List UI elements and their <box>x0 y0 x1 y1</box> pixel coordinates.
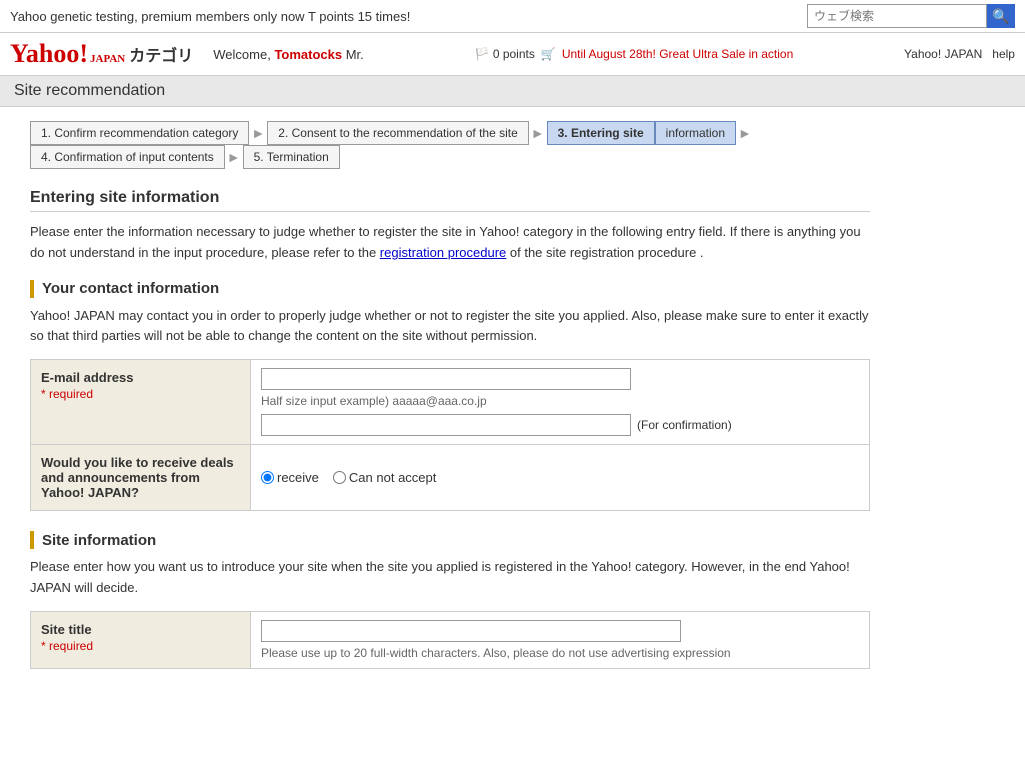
yahoo-japan-link[interactable]: Yahoo! JAPAN <box>904 47 982 61</box>
step3b-box: information <box>655 121 736 145</box>
email-input[interactable] <box>261 368 631 390</box>
deals-field-name: Would you like to receive deals and anno… <box>41 455 240 500</box>
section-title: Entering site information <box>30 189 870 212</box>
cannot-radio[interactable] <box>333 471 346 484</box>
logo-area: Yahoo!JAPAN カテゴリ Welcome, Tomatocks Mr. <box>10 39 364 69</box>
header-links: Yahoo! JAPAN help <box>904 47 1015 61</box>
arrow-3: ► <box>738 125 752 141</box>
email-hint: Half size input example) aaaaa@aaa.co.jp <box>261 394 859 408</box>
arrow-4: ► <box>227 149 241 165</box>
welcome-text: Welcome, Tomatocks Mr. <box>213 47 364 62</box>
header: Yahoo!JAPAN カテゴリ Welcome, Tomatocks Mr. … <box>0 33 1025 76</box>
points-badge: 🏳️ 0 points <box>475 47 535 61</box>
announcement-text: Yahoo genetic testing, premium members o… <box>10 9 410 24</box>
email-confirm-input[interactable] <box>261 414 631 436</box>
site-title-required: * required <box>41 639 240 653</box>
step-5: 5. Termination <box>243 145 340 169</box>
site-title-input-cell: Please use up to 20 full-width character… <box>251 611 870 668</box>
step2-box: 2. Consent to the recommendation of the … <box>267 121 528 145</box>
site-recommendation-header: Site recommendation <box>0 76 1025 107</box>
search-input[interactable] <box>807 4 987 28</box>
yahoo-jp-label: JAPAN <box>90 53 125 65</box>
email-confirm-label: (For confirmation) <box>637 418 732 432</box>
email-required: * required <box>41 387 240 401</box>
steps-breadcrumb: 1. Confirm recommendation category ► 2. … <box>30 121 870 169</box>
step4-box: 4. Confirmation of input contents <box>30 145 225 169</box>
step1-box: 1. Confirm recommendation category <box>30 121 249 145</box>
site-title-input[interactable] <box>261 620 681 642</box>
help-link[interactable]: help <box>992 47 1015 61</box>
site-section-title: Site information <box>30 531 870 549</box>
contact-section-title: Your contact information <box>30 280 870 298</box>
cannot-accept-label[interactable]: Can not accept <box>333 470 436 485</box>
contact-section-desc: Yahoo! JAPAN may contact you in order to… <box>30 306 870 348</box>
site-title-row: Site title * required Please use up to 2… <box>31 611 870 668</box>
search-button[interactable]: 🔍 <box>987 4 1015 28</box>
category-label: カテゴリ <box>129 42 193 66</box>
step3-box: 3. Entering site <box>547 121 655 145</box>
step-3: 3. Entering site <box>547 121 655 145</box>
arrow-2: ► <box>531 125 545 141</box>
deals-row: Would you like to receive deals and anno… <box>31 445 870 511</box>
step-4: 4. Confirmation of input contents ► <box>30 145 243 169</box>
arrow-1: ► <box>251 125 265 141</box>
step5-box: 5. Termination <box>243 145 340 169</box>
registration-link[interactable]: registration procedure <box>380 245 506 260</box>
site-section-desc: Please enter how you want us to introduc… <box>30 557 870 599</box>
search-area: 🔍 <box>807 4 1015 28</box>
email-input-cell: Half size input example) aaaaa@aaa.co.jp… <box>251 360 870 445</box>
receive-label[interactable]: receive <box>261 470 319 485</box>
site-title-field-name: Site title <box>41 622 240 637</box>
receive-radio[interactable] <box>261 471 274 484</box>
email-row: E-mail address * required Half size inpu… <box>31 360 870 445</box>
deals-input-cell: receive Can not accept <box>251 445 870 511</box>
step-1: 1. Confirm recommendation category ► <box>30 121 267 145</box>
section-bar <box>30 280 34 298</box>
top-bar: Yahoo genetic testing, premium members o… <box>0 0 1025 33</box>
deals-label-cell: Would you like to receive deals and anno… <box>31 445 251 511</box>
email-label-cell: E-mail address * required <box>31 360 251 445</box>
site-title-label-cell: Site title * required <box>31 611 251 668</box>
yahoo-logo: Yahoo!JAPAN <box>10 39 125 69</box>
email-field-name: E-mail address <box>41 370 240 385</box>
contact-form-table: E-mail address * required Half size inpu… <box>30 359 870 511</box>
sale-link[interactable]: Until August 28th! Great Ultra Sale in a… <box>562 47 793 61</box>
main-content: 1. Confirm recommendation category ► 2. … <box>0 107 900 703</box>
email-confirm-row: (For confirmation) <box>261 414 859 436</box>
site-form-table: Site title * required Please use up to 2… <box>30 611 870 669</box>
site-section-bar <box>30 531 34 549</box>
step-3b: information ► <box>655 121 754 145</box>
deals-radio-group: receive Can not accept <box>261 470 859 485</box>
site-title-hint: Please use up to 20 full-width character… <box>261 646 859 660</box>
points-area: 🏳️ 0 points 🛒 Until August 28th! Great U… <box>475 47 794 61</box>
section-intro: Please enter the information necessary t… <box>30 222 870 264</box>
step-2: 2. Consent to the recommendation of the … <box>267 121 546 145</box>
